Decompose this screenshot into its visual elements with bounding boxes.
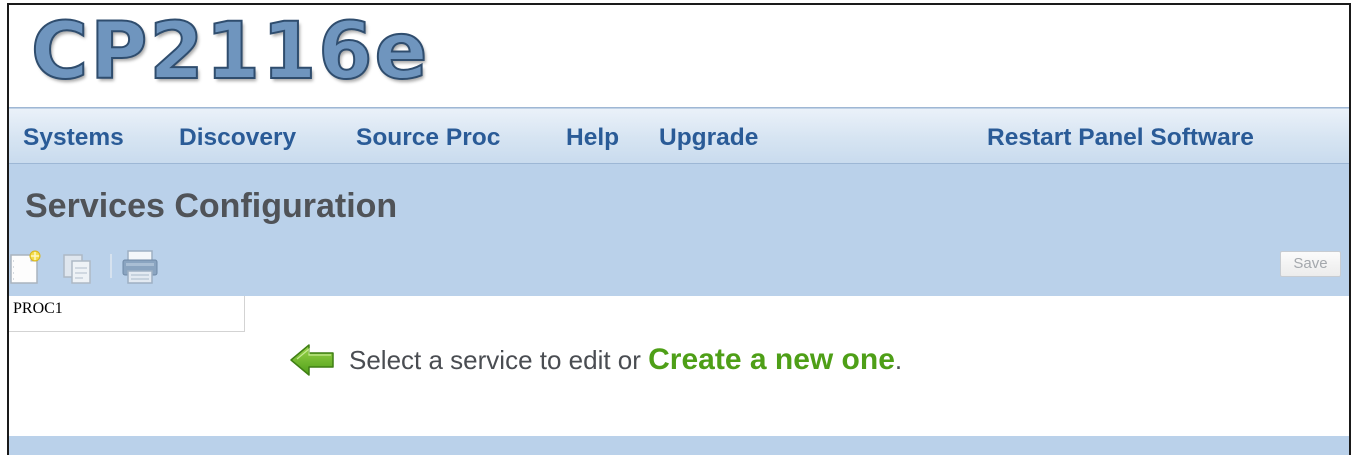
- green-left-arrow-icon: [289, 343, 335, 377]
- footer-bar: [9, 436, 1349, 455]
- nav-help[interactable]: Help: [566, 109, 619, 165]
- save-button[interactable]: Save: [1280, 251, 1341, 277]
- toolbar: Save: [9, 243, 1349, 296]
- prompt-message: Select a service to edit or Create a new…: [349, 340, 902, 380]
- create-new-service-link[interactable]: Create a new one: [648, 343, 895, 376]
- nav-systems[interactable]: Systems: [23, 109, 124, 165]
- restart-panel-software-link[interactable]: Restart Panel Software: [987, 109, 1254, 165]
- print-icon[interactable]: [120, 249, 160, 285]
- nav-discovery[interactable]: Discovery: [179, 109, 296, 165]
- new-document-icon[interactable]: [9, 249, 41, 285]
- prompt-text-before: Select a service to edit or: [349, 345, 649, 375]
- prompt-text-after: .: [894, 345, 903, 375]
- toolbar-separator: [110, 254, 112, 278]
- logo: CP2116e: [30, 6, 430, 98]
- main-content: PROC1 Select a service to edit or Create…: [9, 296, 1349, 436]
- page-title: Services Configuration: [25, 187, 398, 225]
- top-navigation: Systems Discovery Source Proc Help Upgra…: [9, 108, 1349, 164]
- app-window: CP2116e Systems Discovery Source Proc He…: [7, 3, 1351, 455]
- service-list-item[interactable]: PROC1: [13, 300, 63, 318]
- title-bar: Services Configuration: [9, 164, 1349, 243]
- nav-source-proc[interactable]: Source Proc: [356, 109, 500, 165]
- service-list: PROC1: [9, 296, 245, 332]
- copy-icon[interactable]: [61, 249, 93, 285]
- header: CP2116e: [9, 5, 1349, 108]
- nav-upgrade[interactable]: Upgrade: [659, 109, 758, 165]
